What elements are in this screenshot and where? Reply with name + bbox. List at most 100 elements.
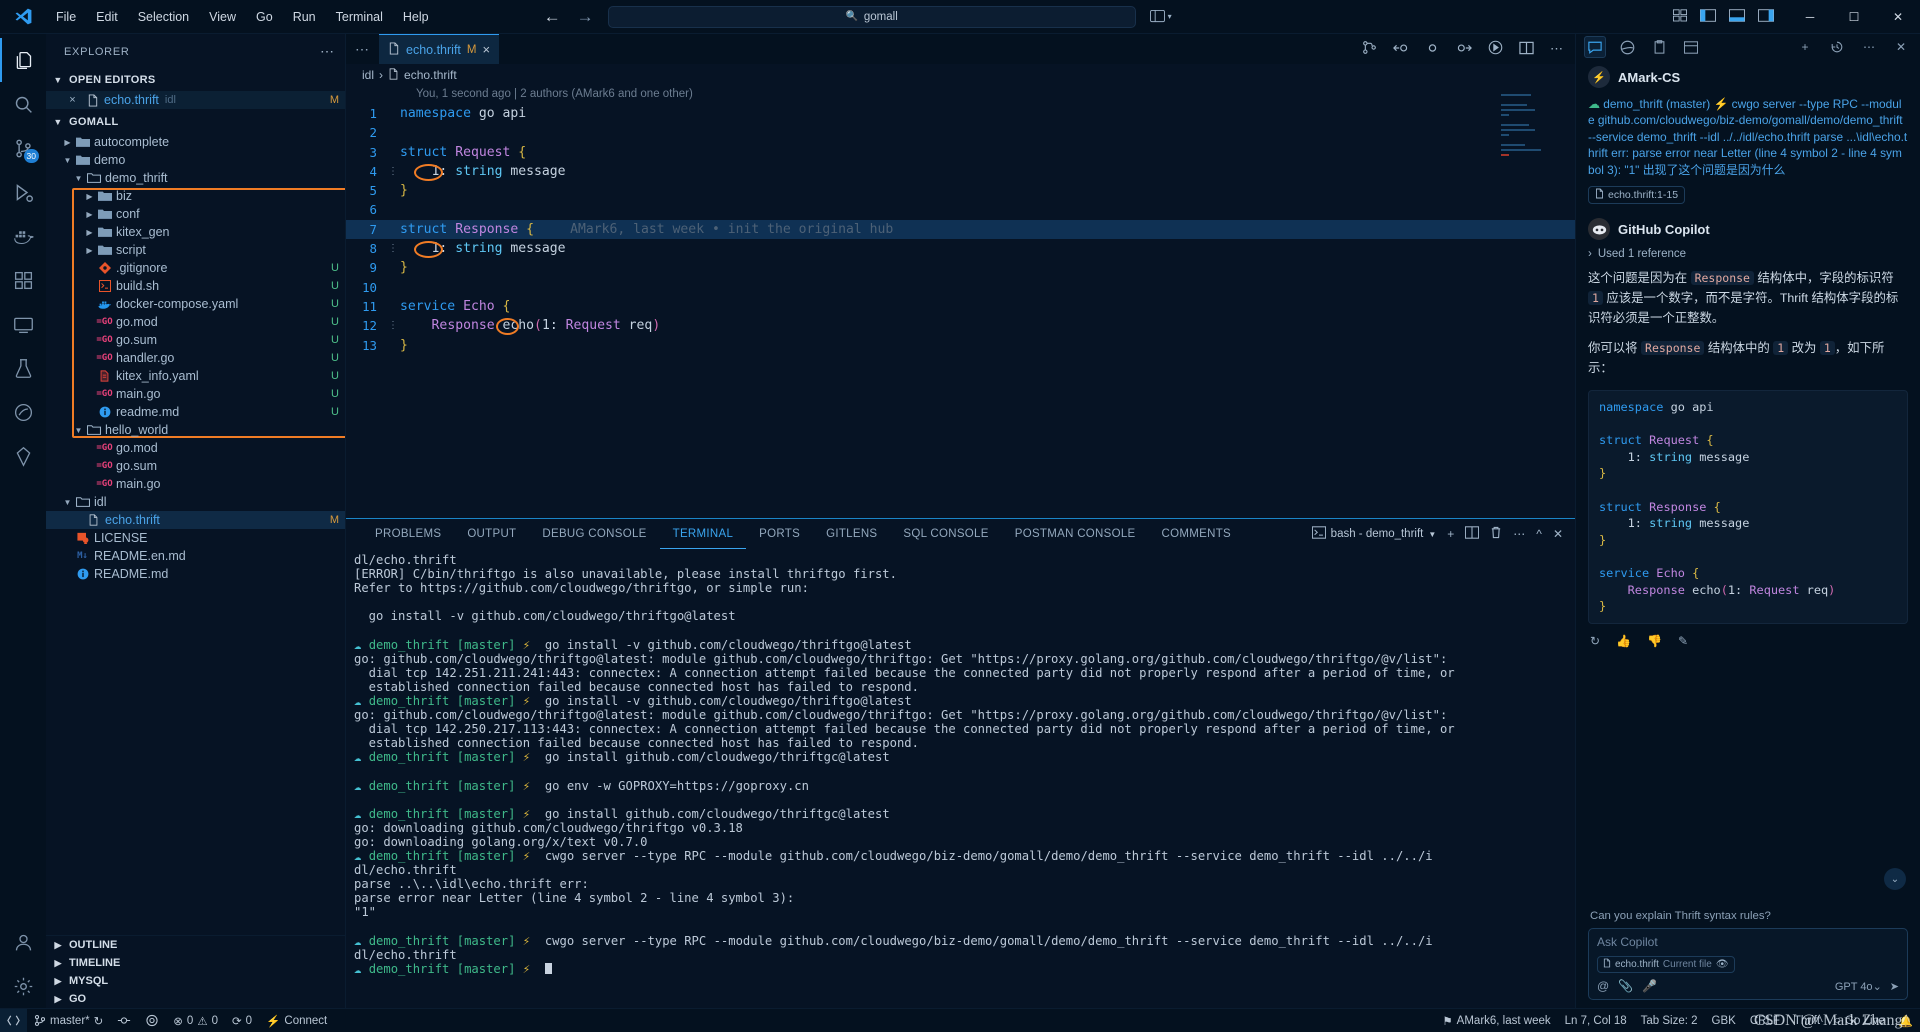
- run-icon[interactable]: [1488, 40, 1503, 58]
- code-line[interactable]: 4 ⋮ 1: string message: [346, 162, 1575, 181]
- open-editors-section-header[interactable]: ▼ OPEN EDITORS: [46, 69, 345, 91]
- tree-file-row[interactable]: =GO main.go U: [46, 385, 345, 403]
- copilot-input-box[interactable]: Ask Copilot echo.thrift Current file 👁 @…: [1588, 928, 1908, 1000]
- tree-folder-row[interactable]: ▶ script: [46, 241, 345, 259]
- menu-go[interactable]: Go: [246, 6, 283, 28]
- editor-actions-more-icon[interactable]: ⋯: [346, 34, 379, 64]
- thumbs-up-icon[interactable]: 👍: [1616, 634, 1631, 648]
- code-line[interactable]: 10: [346, 278, 1575, 297]
- code-line[interactable]: 2: [346, 123, 1575, 142]
- attach-icon[interactable]: 📎: [1618, 979, 1633, 993]
- tree-folder-row[interactable]: ▼ idl: [46, 493, 345, 511]
- menu-file[interactable]: File: [46, 6, 86, 28]
- code-line[interactable]: 11 service Echo {: [346, 297, 1575, 316]
- go-forward-icon[interactable]: →: [577, 8, 594, 25]
- sync-icon[interactable]: ↻: [94, 1014, 104, 1028]
- explorer-more-icon[interactable]: ⋯: [320, 43, 335, 60]
- window-close-button[interactable]: ✕: [1876, 0, 1920, 34]
- chevron-down-icon[interactable]: ▼: [1428, 530, 1436, 539]
- gitlens-current-revision-icon[interactable]: [1425, 41, 1440, 58]
- mic-icon[interactable]: 🎤: [1642, 979, 1657, 993]
- tree-folder-row[interactable]: ▶ conf: [46, 205, 345, 223]
- menu-selection[interactable]: Selection: [128, 6, 199, 28]
- tree-file-row[interactable]: build.sh U: [46, 277, 345, 295]
- terminal-selector[interactable]: bash - demo_thrift ▼: [1311, 526, 1436, 542]
- section-mysql[interactable]: ▶ MYSQL: [46, 972, 345, 990]
- menu-terminal[interactable]: Terminal: [326, 6, 393, 28]
- user-file-reference-chip[interactable]: echo.thrift:1-15: [1588, 186, 1686, 205]
- thumbs-down-icon[interactable]: 👎: [1647, 634, 1662, 648]
- sidebar-item-testing[interactable]: [0, 346, 46, 390]
- window-maximize-button[interactable]: ☐: [1832, 0, 1876, 34]
- status-problems[interactable]: ⊗ 0 ⚠ 0: [166, 1009, 225, 1032]
- copilot-close-icon[interactable]: ✕: [1890, 36, 1912, 58]
- status-branch[interactable]: master* ↻: [27, 1009, 110, 1032]
- toggle-secondary-sidebar-icon[interactable]: [1758, 9, 1774, 25]
- command-search-bar[interactable]: 🔍 gomall: [607, 5, 1136, 28]
- open-editor-item[interactable]: × echo.thrift idl M: [46, 91, 345, 109]
- chevron-right-icon[interactable]: ▶: [61, 138, 74, 147]
- model-selector[interactable]: GPT 4o⌄: [1835, 980, 1882, 993]
- tree-file-row[interactable]: =GO go.mod U: [46, 313, 345, 331]
- breadcrumb-item-folder[interactable]: idl: [362, 68, 374, 82]
- sidebar-item-run-debug[interactable]: [0, 170, 46, 214]
- layout-icon[interactable]: [1680, 36, 1702, 58]
- code-lines[interactable]: 1 namespace go api 2 3 struct Request {4 ⋮ 1:…: [346, 104, 1575, 355]
- tab-close-icon[interactable]: ×: [482, 42, 490, 57]
- tab-echo-thrift[interactable]: echo.thrift M ×: [379, 34, 500, 64]
- tree-file-row[interactable]: kitex_info.yaml U: [46, 367, 345, 385]
- tree-folder-row[interactable]: ▼ demo: [46, 151, 345, 169]
- toggle-sidebar-icon[interactable]: [1700, 9, 1716, 25]
- status-tab-size[interactable]: Tab Size: 2: [1634, 1009, 1705, 1032]
- tree-file-row[interactable]: echo.thrift M: [46, 511, 345, 529]
- input-context-chip[interactable]: echo.thrift Current file 👁: [1597, 956, 1735, 973]
- minimap[interactable]: [1501, 94, 1561, 156]
- chevron-right-icon[interactable]: ▶: [83, 192, 96, 201]
- tree-file-row[interactable]: =GO go.sum: [46, 457, 345, 475]
- panel-maximize-icon[interactable]: ^: [1536, 527, 1542, 541]
- chevron-down-icon[interactable]: ▼: [61, 498, 74, 507]
- more-actions-icon[interactable]: ⋯: [1550, 41, 1563, 57]
- status-encoding[interactable]: GBK: [1705, 1009, 1743, 1032]
- eye-icon[interactable]: 👁: [1716, 959, 1729, 970]
- terminal-output[interactable]: dl/echo.thrift [ERROR] C/bin/thriftgo is …: [346, 549, 1575, 1008]
- status-connect[interactable]: ⚡ Connect: [259, 1009, 334, 1032]
- section-timeline[interactable]: ▶ TIMELINE: [46, 954, 345, 972]
- sidebar-item-search[interactable]: [0, 82, 46, 126]
- bot-code-block[interactable]: namespace go api struct Request { 1: str…: [1588, 390, 1908, 624]
- status-gitlens[interactable]: [110, 1009, 138, 1032]
- tree-file-row[interactable]: =GO handler.go U: [46, 349, 345, 367]
- code-line[interactable]: 5}: [346, 181, 1575, 200]
- chevron-down-icon[interactable]: ▼: [61, 156, 74, 165]
- panel-close-icon[interactable]: ✕: [1553, 527, 1563, 541]
- code-line[interactable]: 1 namespace go api: [346, 104, 1575, 123]
- split-terminal-icon[interactable]: [1465, 526, 1480, 542]
- sidebar-item-extensions[interactable]: [0, 258, 46, 302]
- tree-folder-row[interactable]: ▶ autocomplete: [46, 133, 345, 151]
- tree-folder-row[interactable]: ▼ demo_thrift: [46, 169, 345, 187]
- gitlens-previous-revision-icon[interactable]: [1393, 41, 1409, 58]
- grid-layout-icon[interactable]: [1673, 9, 1687, 25]
- menu-help[interactable]: Help: [393, 6, 439, 28]
- code-line[interactable]: 13}: [346, 336, 1575, 355]
- window-minimize-button[interactable]: ─: [1788, 0, 1832, 34]
- tree-folder-row[interactable]: ▶ kitex_gen: [46, 223, 345, 241]
- sidebar-item-database[interactable]: [0, 434, 46, 478]
- gitlens-next-revision-icon[interactable]: [1456, 41, 1472, 58]
- chevron-right-icon[interactable]: ▶: [83, 228, 96, 237]
- panel-tab-comments[interactable]: COMMENTS: [1149, 519, 1244, 549]
- code-line[interactable]: 9}: [346, 258, 1575, 277]
- sidebar-item-remote-explorer[interactable]: [0, 302, 46, 346]
- suggested-prompt[interactable]: Can you explain Thrift syntax rules?: [1588, 904, 1908, 928]
- split-editor-icon[interactable]: [1519, 41, 1534, 58]
- tree-file-row[interactable]: docker-compose.yaml U: [46, 295, 345, 313]
- status-radar[interactable]: [138, 1009, 166, 1032]
- go-back-icon[interactable]: ←: [544, 8, 561, 25]
- scroll-to-bottom-button[interactable]: ⌄: [1884, 868, 1906, 890]
- send-icon[interactable]: ➤: [1890, 980, 1899, 993]
- status-blame[interactable]: ⚑ AMark6, last week: [1435, 1009, 1557, 1032]
- sidebar-item-docker[interactable]: [0, 214, 46, 258]
- tree-file-row[interactable]: =GO main.go: [46, 475, 345, 493]
- tree-file-row[interactable]: .gitignore U: [46, 259, 345, 277]
- mention-icon[interactable]: @: [1597, 979, 1609, 993]
